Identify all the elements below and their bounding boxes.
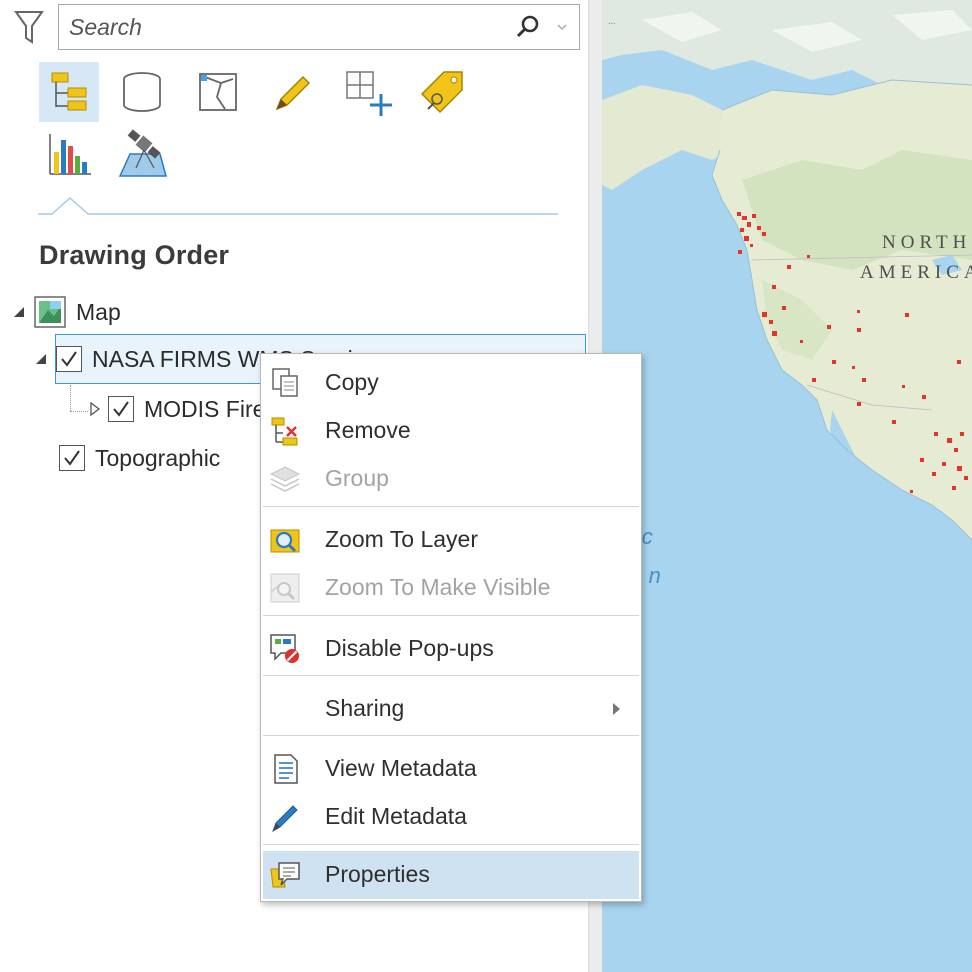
menu-item-sharing[interactable]: Sharing <box>263 685 639 733</box>
zoom-to-layer-icon <box>270 529 300 553</box>
menu-item-view-metadata[interactable]: View Metadata <box>263 745 639 793</box>
map-view[interactable]: ... NORTH AMERICA Pacific Ocean <box>602 0 972 972</box>
search-input[interactable] <box>69 11 499 43</box>
tree-row-map[interactable]: Map <box>12 294 121 330</box>
disable-popups-icon <box>270 634 299 663</box>
menu-item-zoom-to-make-visible[interactable]: Zoom To Make Visible <box>263 564 639 612</box>
menu-separator <box>263 615 639 616</box>
labeling-icon <box>420 71 463 114</box>
properties-icon <box>270 862 300 888</box>
map-icon <box>34 296 66 328</box>
basemap-graphic <box>602 0 972 972</box>
checkmark-icon <box>113 401 129 417</box>
menu-separator <box>263 844 639 845</box>
menu-separator <box>263 675 639 676</box>
collapse-arrow-icon[interactable] <box>34 352 48 366</box>
menu-item-disable-popups[interactable]: Disable Pop-ups <box>263 625 639 673</box>
tree-connector <box>70 385 71 411</box>
tree-label-topographic: Topographic <box>95 444 221 471</box>
filter-icon[interactable] <box>14 10 44 46</box>
layer-visibility-checkbox[interactable] <box>56 346 82 372</box>
tree-row-modis-fires[interactable]: MODIS Fires <box>88 391 277 427</box>
menu-item-edit-metadata[interactable]: Edit Metadata <box>263 793 639 841</box>
menu-item-label: View Metadata <box>325 755 477 781</box>
zoom-to-visible-icon <box>270 573 300 603</box>
view-metadata-icon <box>274 754 298 784</box>
selection-view-button[interactable] <box>188 62 248 122</box>
menu-item-label: Group <box>325 465 389 491</box>
charts-view-button[interactable] <box>39 124 99 184</box>
data-source-icon <box>123 72 161 112</box>
edit-metadata-icon <box>272 805 298 833</box>
charts-icon <box>49 134 91 175</box>
group-layers-icon <box>269 466 301 492</box>
drawing-order-view-button[interactable] <box>39 62 99 122</box>
remove-layer-icon <box>271 417 298 446</box>
selection-icon <box>199 73 237 111</box>
layer-visibility-checkbox[interactable] <box>108 396 134 422</box>
menu-item-label: Zoom To Layer <box>325 526 478 552</box>
tree-label-map: Map <box>76 298 121 325</box>
expand-arrow-icon[interactable] <box>88 402 102 416</box>
menu-item-label: Zoom To Make Visible <box>325 574 551 600</box>
menu-item-label: Properties <box>325 861 430 887</box>
search-box <box>58 4 580 50</box>
menu-item-label: Copy <box>325 369 379 395</box>
search-icon[interactable] <box>515 14 541 40</box>
collapse-arrow-icon[interactable] <box>12 305 26 319</box>
menu-item-label: Remove <box>325 417 411 443</box>
menu-item-label: Sharing <box>325 695 405 721</box>
labeling-view-button[interactable] <box>412 62 472 122</box>
data-source-view-button[interactable] <box>112 62 172 122</box>
map-label-fragment: ... <box>608 16 616 27</box>
tree-connector <box>70 411 88 412</box>
checkmark-icon <box>61 351 77 367</box>
editing-icon <box>275 75 311 111</box>
layer-visibility-checkbox[interactable] <box>59 445 85 471</box>
menu-item-remove[interactable]: Remove <box>263 407 639 455</box>
copy-icon <box>272 368 298 397</box>
tree-label-modis-fires: MODIS Fires <box>144 395 277 422</box>
menu-item-properties[interactable]: Properties <box>263 851 639 899</box>
menu-separator <box>263 506 639 507</box>
tree-row-topographic[interactable]: Topographic <box>56 440 220 476</box>
drawing-order-icon <box>51 72 87 111</box>
view-tab-indicator <box>38 196 558 215</box>
checkmark-icon <box>64 450 80 466</box>
menu-item-copy[interactable]: Copy <box>263 359 639 407</box>
submenu-arrow-icon <box>613 703 620 715</box>
menu-item-group[interactable]: Group <box>263 455 639 503</box>
menu-item-label: Disable Pop-ups <box>325 635 494 661</box>
snapping-view-button[interactable] <box>337 62 397 122</box>
perspective-imagery-view-button[interactable] <box>112 124 172 184</box>
layer-context-menu: Copy Remove Group Zoom To Layer Zoom To … <box>260 353 642 902</box>
map-label-continent: AMERICA <box>860 262 972 283</box>
snapping-icon <box>346 71 392 116</box>
map-label-continent: NORTH <box>882 232 972 253</box>
chevron-down-icon[interactable] <box>555 21 569 33</box>
editing-view-button[interactable] <box>262 62 322 122</box>
menu-item-label: Edit Metadata <box>325 803 467 829</box>
menu-item-zoom-to-layer[interactable]: Zoom To Layer <box>263 516 639 564</box>
menu-separator <box>263 735 639 736</box>
section-title: Drawing Order <box>39 240 230 270</box>
perspective-imagery-icon <box>118 129 167 177</box>
